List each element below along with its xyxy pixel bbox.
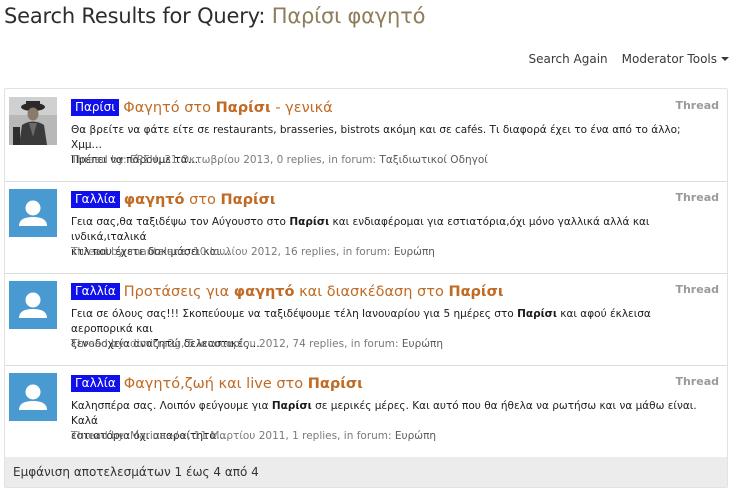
search-results-list: Παρίσι Φαγητό στο Παρίσι - γενικά Thread … [4,88,728,488]
result-title-link[interactable]: Γαλλία φαγητό στο Παρίσι [71,191,276,208]
content-type-label: Thread [675,99,719,112]
title-text: Φαγητό,ζωή και live στο [123,376,308,392]
result-meta: Thread by: mantalena, 10 Ιουλίου 2012, 1… [71,246,435,258]
moderator-tools-menu[interactable]: Moderator Tools [622,52,729,66]
prefix-tag[interactable]: Γαλλία [71,191,120,208]
search-result-item: Γαλλία φαγητό στο Παρίσι Thread Γεια σας,… [5,181,727,274]
prefix-tag[interactable]: Γαλλία [71,375,120,392]
title-highlight: φαγητό [123,192,185,208]
title-text: και διασκέδαση στο [294,284,449,300]
forum-link[interactable]: Ευρώπη [394,246,435,258]
title-highlight: φαγητό [233,284,295,300]
chevron-down-icon [721,57,729,61]
result-title-link[interactable]: Παρίσι Φαγητό στο Παρίσι - γενικά [71,99,333,116]
prefix-tag[interactable]: Γαλλία [71,283,120,300]
default-avatar[interactable] [9,189,57,237]
user-silhouette-icon [9,373,57,421]
snippet-text: Καλησπέρα σας. Λοιπόν φεύγουμε για [71,400,272,412]
page-title: Search Results for Query: Παρίσι φαγητό [4,4,425,28]
meta-text: Thread by: ΕΡΣΗ, 31 Οκτωβρίου 2013, 0 re… [71,154,380,166]
result-meta: Thread by: dimitra2g, 5 Ιανουαρίου 2012,… [71,338,443,350]
snippet-highlight: Παρίσι [289,216,330,228]
results-summary: Εμφάνιση αποτελεσμάτων 1 έως 4 από 4 [13,465,259,479]
content-type-label: Thread [675,191,719,204]
meta-text: Thread by: mantalena, 10 Ιουλίου 2012, 1… [71,246,394,258]
moderator-tools-label: Moderator Tools [621,52,717,66]
default-avatar[interactable] [9,373,57,421]
meta-text: Thread by: Marina~/~, 11 Μαρτίου 2011, 1… [71,430,395,442]
title-text: Φαγητό στο [123,100,216,116]
user-silhouette-icon [9,189,57,237]
result-meta: Thread by: Marina~/~, 11 Μαρτίου 2011, 1… [71,430,436,442]
search-result-item: Παρίσι Φαγητό στο Παρίσι - γενικά Thread … [5,89,727,182]
user-silhouette-icon [9,281,57,329]
search-tools: Search Again Moderator Tools [528,52,729,66]
default-avatar[interactable] [9,281,57,329]
title-highlight: Παρίσι [448,284,504,300]
search-result-item: Γαλλία Προτάσεις για φαγητό και διασκέδασ… [5,273,727,366]
results-summary-bar: Εμφάνιση αποτελεσμάτων 1 έως 4 από 4 [5,457,727,487]
title-highlight: Παρίσι [215,100,271,116]
photo-avatar[interactable] [9,97,57,145]
forum-link[interactable]: Ευρώπη [402,338,443,350]
search-query: Παρίσι φαγητό [271,4,426,28]
title-text: - γενικά [270,100,333,116]
result-meta: Thread by: ΕΡΣΗ, 31 Οκτωβρίου 2013, 0 re… [71,154,488,166]
result-title-link[interactable]: Γαλλία Προτάσεις για φαγητό και διασκέδασ… [71,283,504,300]
search-again-link[interactable]: Search Again [528,52,607,66]
search-result-item: Γαλλία Φαγητό,ζωή και live στο Παρίσι Thr… [5,365,727,458]
title-text: στο [184,192,221,208]
forum-link[interactable]: Ευρώπη [395,430,436,442]
page-title-prefix: Search Results for Query: [4,4,266,28]
snippet-highlight: Παρίσι [517,308,557,320]
snippet-text: Γεια σας,θα ταξιδέψω τον Αύγουστο στο [71,216,290,228]
result-title-link[interactable]: Γαλλία Φαγητό,ζωή και live στο Παρίσι [71,375,363,392]
title-text: Προτάσεις για [123,284,234,300]
snippet-text: Γεια σε όλους σας!!! Σκοπεύουμε να ταξιδ… [71,308,518,320]
content-type-label: Thread [675,375,719,388]
snippet-line: Θα βρείτε να φάτε είτε σε restaurants, b… [71,124,681,151]
title-highlight: Παρίσι [307,376,363,392]
prefix-tag[interactable]: Παρίσι [71,99,120,116]
meta-text: Thread by: dimitra2g, 5 Ιανουαρίου 2012,… [71,338,402,350]
title-highlight: Παρίσι [220,192,276,208]
content-type-label: Thread [675,283,719,296]
forum-link[interactable]: Ταξιδιωτικοί Οδηγοί [379,154,487,166]
user-photo-icon [9,97,57,145]
snippet-highlight: Παρίσι [271,400,312,412]
